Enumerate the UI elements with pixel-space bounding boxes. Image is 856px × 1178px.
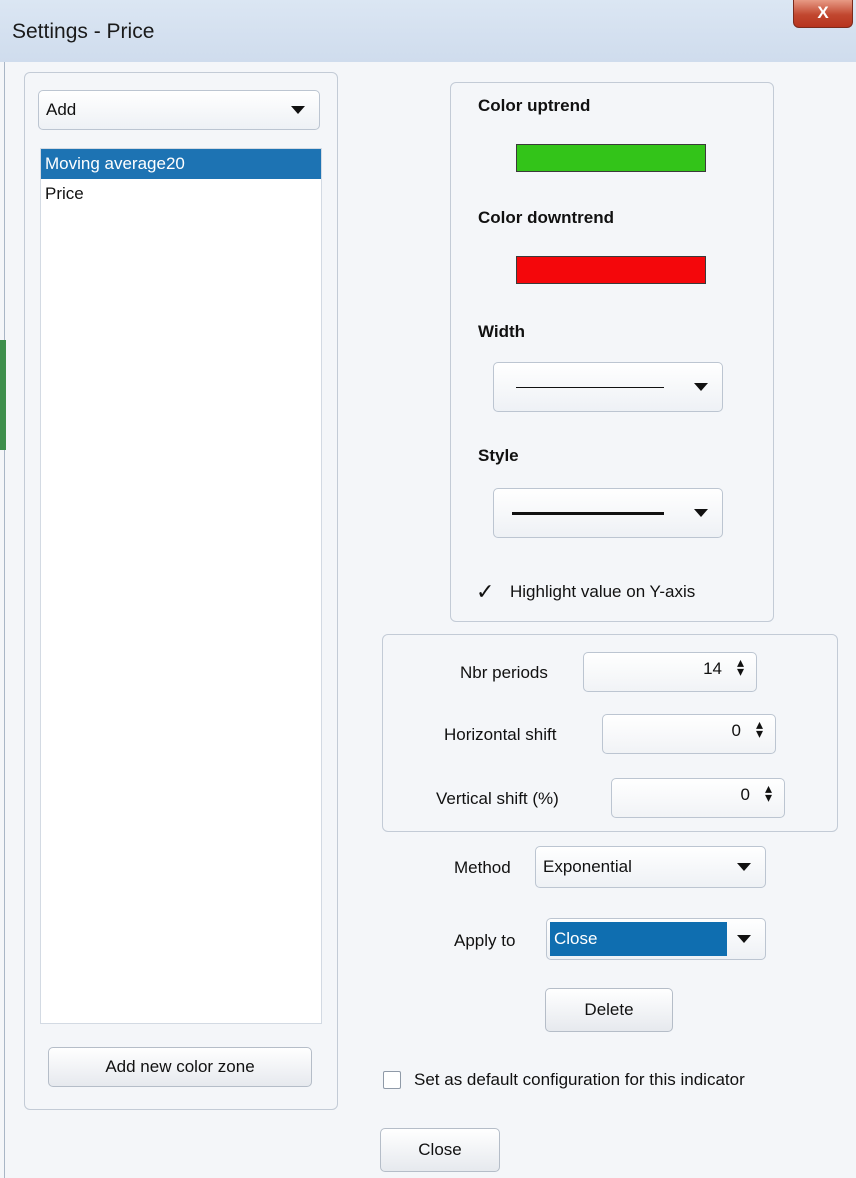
apply-to-label: Apply to xyxy=(454,931,516,950)
color-uptrend-label: Color uptrend xyxy=(478,96,591,115)
color-downtrend-swatch[interactable] xyxy=(516,256,706,284)
color-downtrend-label: Color downtrend xyxy=(478,208,614,227)
style-line-preview xyxy=(494,511,694,515)
window-title: Settings - Price xyxy=(12,20,155,43)
highlight-label: Highlight value on Y-axis xyxy=(510,582,696,601)
horizontal-shift-label: Horizontal shift xyxy=(444,725,557,744)
chevron-down-icon xyxy=(737,935,751,943)
method-label: Method xyxy=(454,858,511,877)
spinner-arrows-icon[interactable]: ▴ ▾ xyxy=(737,655,744,678)
delete-button[interactable]: Delete xyxy=(545,988,673,1032)
default-config-label: Set as default configuration for this in… xyxy=(414,1070,745,1089)
add-color-zone-button[interactable]: Add new color zone xyxy=(48,1047,312,1087)
style-label: Style xyxy=(478,446,519,465)
add-dropdown[interactable]: Add xyxy=(38,90,320,130)
chevron-down-icon xyxy=(737,863,751,871)
method-value: Exponential xyxy=(543,857,632,876)
width-dropdown[interactable] xyxy=(493,362,723,412)
horizontal-shift-value: 0 xyxy=(731,721,741,740)
spinner-arrows-icon[interactable]: ▴ ▾ xyxy=(765,781,772,804)
highlight-checkbox[interactable]: ✓ xyxy=(476,581,498,604)
width-label: Width xyxy=(478,322,526,341)
default-config-checkbox[interactable] xyxy=(383,1071,401,1089)
window-close-button[interactable]: X xyxy=(793,0,853,28)
list-item-moving-average[interactable]: Moving average20 xyxy=(41,149,321,179)
horizontal-shift-spinner[interactable]: 0 ▴ ▾ xyxy=(602,714,776,754)
chevron-down-icon xyxy=(291,106,305,114)
spinner-arrows-icon[interactable]: ▴ ▾ xyxy=(756,717,763,740)
apply-to-value: Close xyxy=(550,922,727,956)
list-item-price[interactable]: Price xyxy=(41,179,321,209)
width-line-preview xyxy=(494,386,694,388)
close-button[interactable]: Close xyxy=(380,1128,500,1172)
title-bar: Settings - Price X xyxy=(0,0,856,62)
add-dropdown-value: Add xyxy=(46,100,77,119)
style-dropdown[interactable] xyxy=(493,488,723,538)
nbr-periods-spinner[interactable]: 14 ▴ ▾ xyxy=(583,652,757,692)
apply-to-dropdown[interactable]: Close xyxy=(546,918,766,960)
vertical-shift-label: Vertical shift (%) xyxy=(436,789,559,808)
left-edge-accent xyxy=(0,340,6,450)
nbr-periods-label: Nbr periods xyxy=(460,663,548,682)
chevron-down-icon xyxy=(694,509,708,517)
vertical-shift-spinner[interactable]: 0 ▴ ▾ xyxy=(611,778,785,818)
color-uptrend-swatch[interactable] xyxy=(516,144,706,172)
vertical-shift-value: 0 xyxy=(740,785,750,804)
nbr-periods-value: 14 xyxy=(703,659,722,678)
chevron-down-icon xyxy=(694,383,708,391)
method-dropdown[interactable]: Exponential xyxy=(535,846,766,888)
indicator-list[interactable]: Moving average20 Price xyxy=(40,148,322,1024)
